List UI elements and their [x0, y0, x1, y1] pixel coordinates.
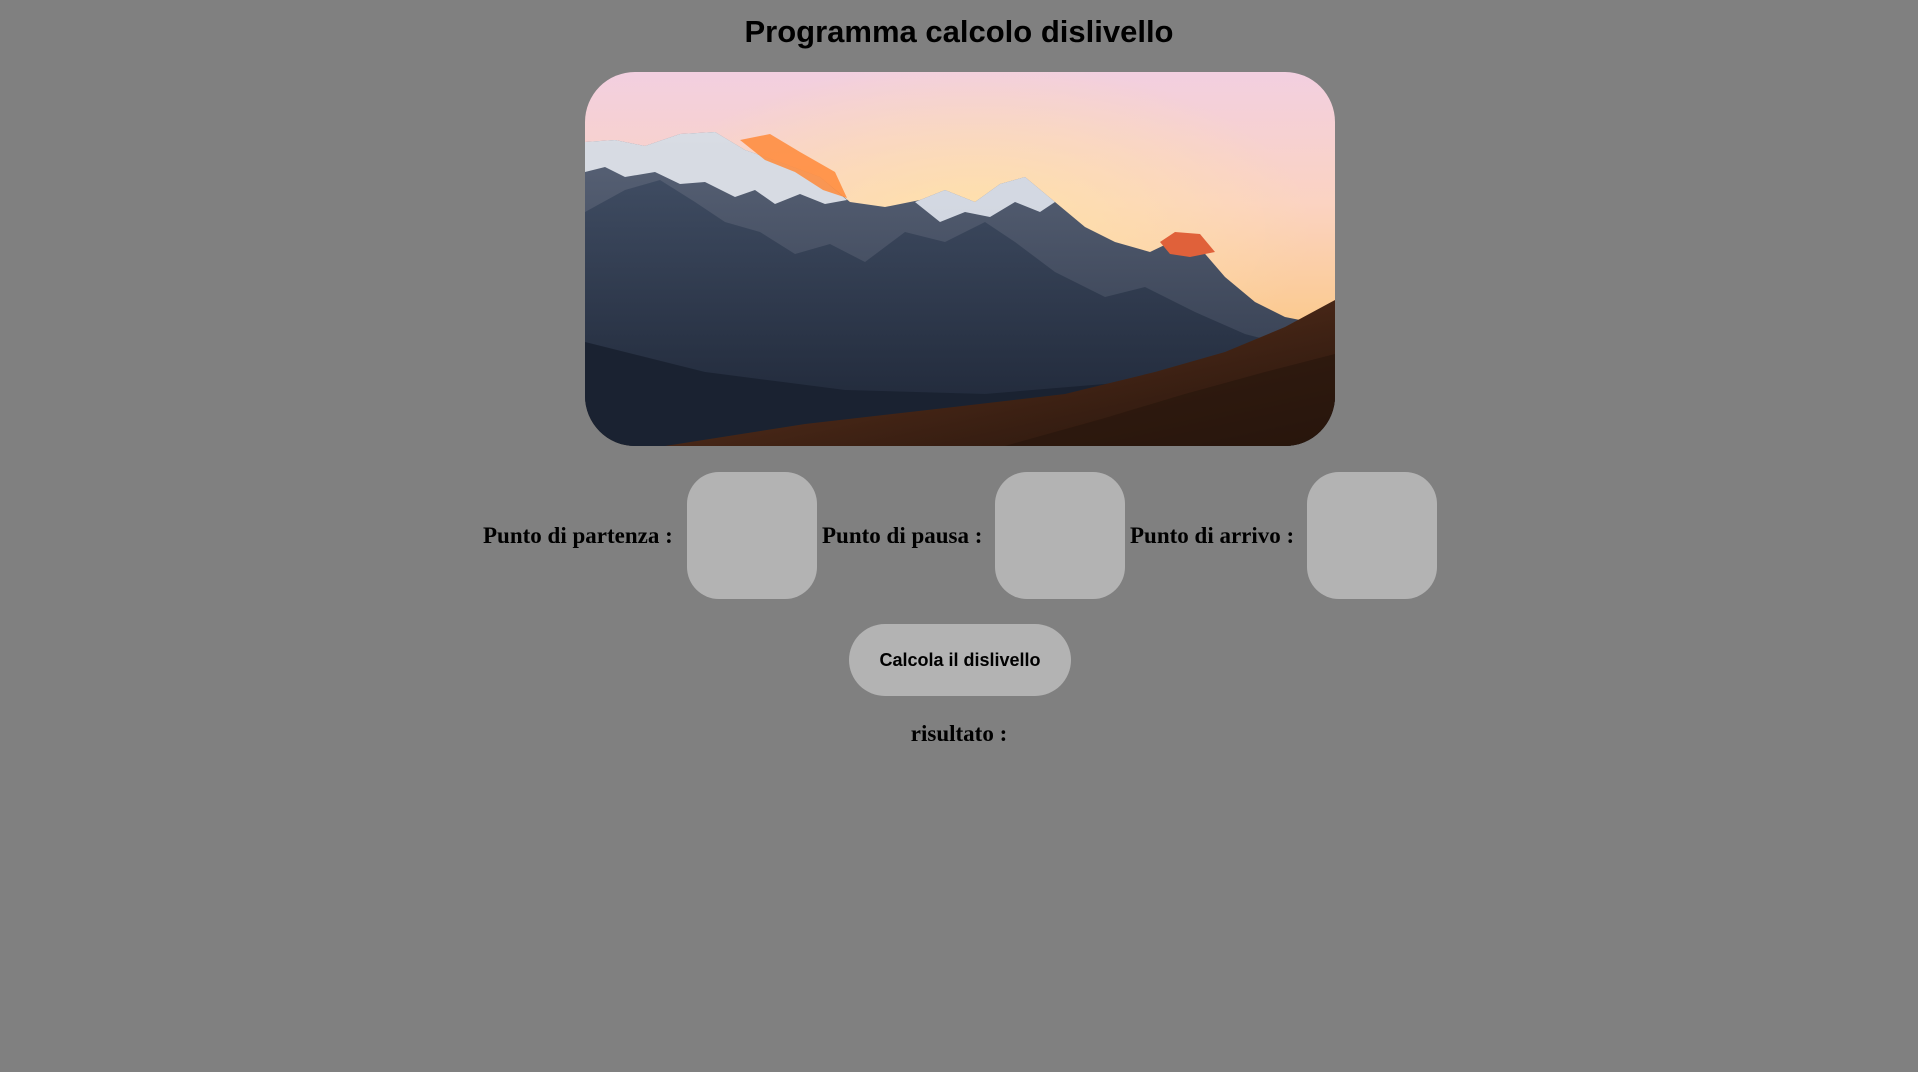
- arrivo-input[interactable]: [1307, 472, 1437, 599]
- field-label-partenza: Punto di partenza :: [483, 523, 673, 548]
- field-label-arrivo: Punto di arrivo :: [1130, 523, 1295, 548]
- mountain-sunset-graphic: [585, 72, 1335, 446]
- pausa-input[interactable]: [995, 472, 1125, 599]
- field-label-pausa: Punto di pausa :: [822, 523, 983, 548]
- partenza-input[interactable]: [687, 472, 817, 599]
- calculate-button[interactable]: Calcola il dislivello: [849, 624, 1071, 696]
- result-label: risultato :: [910, 721, 1008, 746]
- mountain-sunset-image: [585, 72, 1335, 446]
- page-title: Programma calcolo dislivello: [744, 14, 1174, 49]
